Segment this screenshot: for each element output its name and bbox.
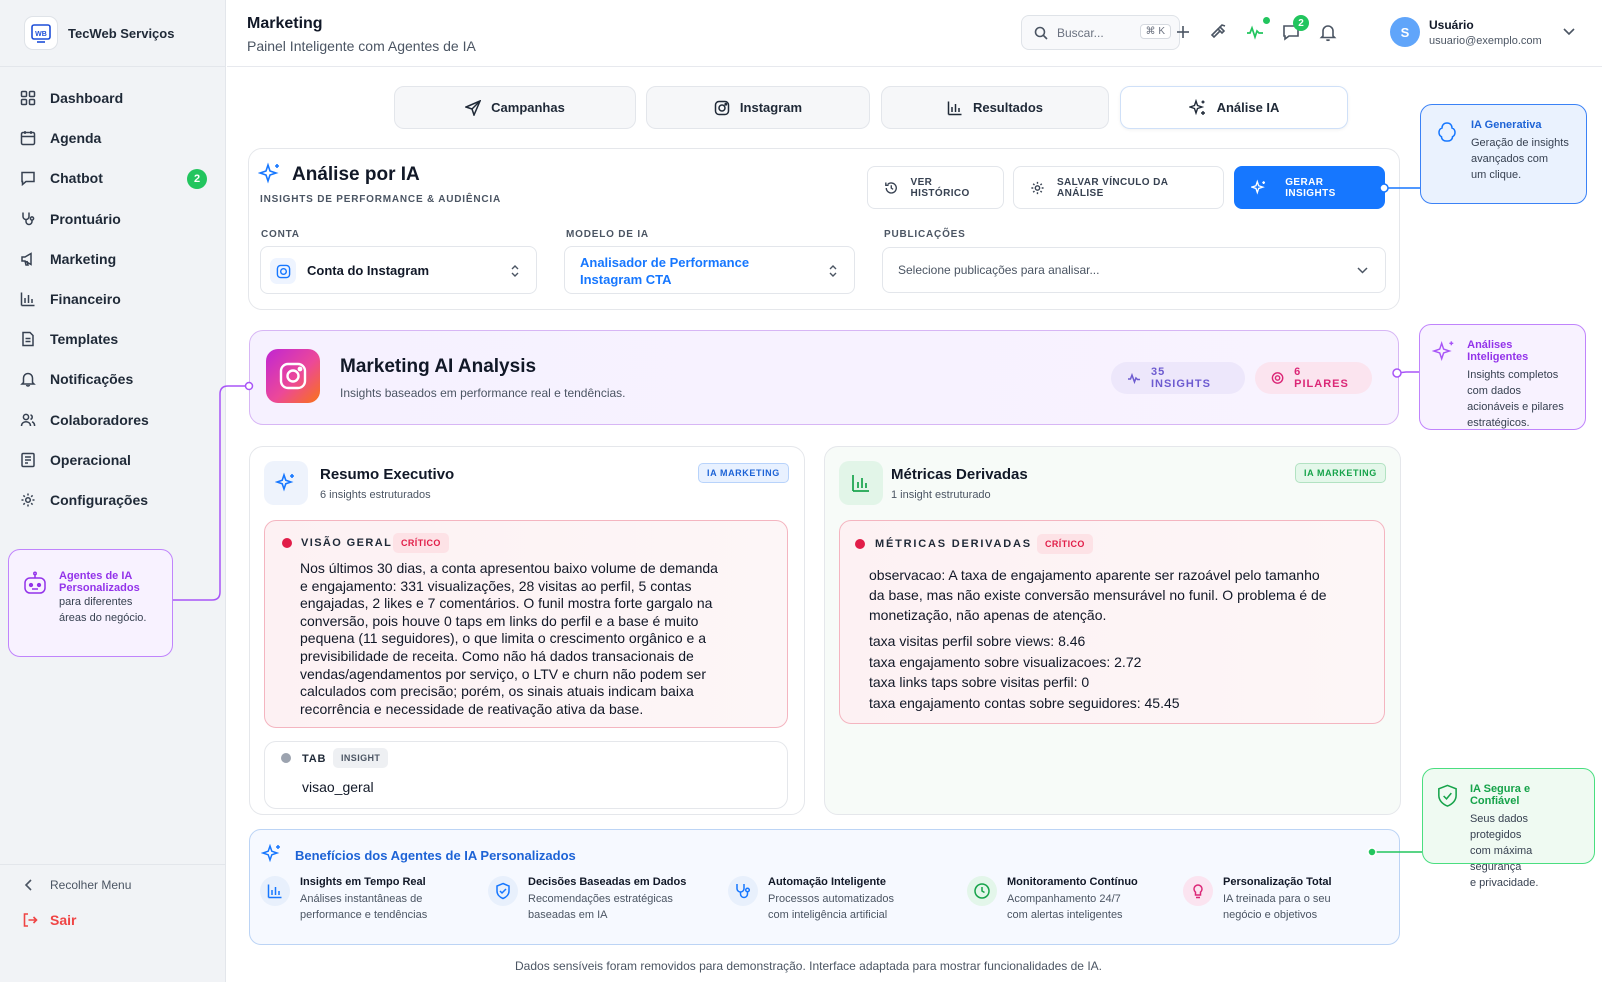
callout-text: Seus dados protegidos xyxy=(1469,813,1529,841)
callout-text: e privacidade. xyxy=(1469,877,1539,889)
callout-text: áreas do negócio. xyxy=(59,612,147,624)
callout-analises: Análises Inteligentes Insights completos… xyxy=(1419,324,1586,430)
callout-title: Personalizados xyxy=(59,582,140,594)
callout-text: Geração de insights xyxy=(1471,137,1569,149)
callout-text: estratégicos. xyxy=(1467,417,1530,429)
shield-check-icon xyxy=(1438,784,1457,807)
callout-agentes: Agentes de IA Personalizados para difere… xyxy=(8,549,173,657)
callout-title: Agentes de IA xyxy=(59,570,133,582)
callout-text: um clique. xyxy=(1471,169,1522,181)
callout-generativa: IA Generativa Geração de insights avança… xyxy=(1420,104,1587,204)
callout-text: para diferentes xyxy=(59,596,133,608)
callout-segura: IA Segura e Confiável Seus dados protegi… xyxy=(1422,768,1595,889)
sparkles-icon xyxy=(1432,341,1454,362)
callout-text: acionáveis e pilares xyxy=(1467,401,1564,413)
callout-title: IA Generativa xyxy=(1471,119,1542,131)
callout-title: Análises Inteligentes xyxy=(1467,339,1529,363)
connector-lines xyxy=(172,183,1422,857)
callout-text: avançados com xyxy=(1471,153,1549,165)
brain-icon xyxy=(1438,122,1456,142)
callout-text: com dados xyxy=(1467,385,1521,397)
callout-title: IA Segura e Confiável xyxy=(1469,783,1531,807)
robot-icon xyxy=(24,571,46,594)
callout-text: com máxima segurança xyxy=(1469,845,1533,873)
callout-text: Insights completos xyxy=(1467,369,1559,381)
